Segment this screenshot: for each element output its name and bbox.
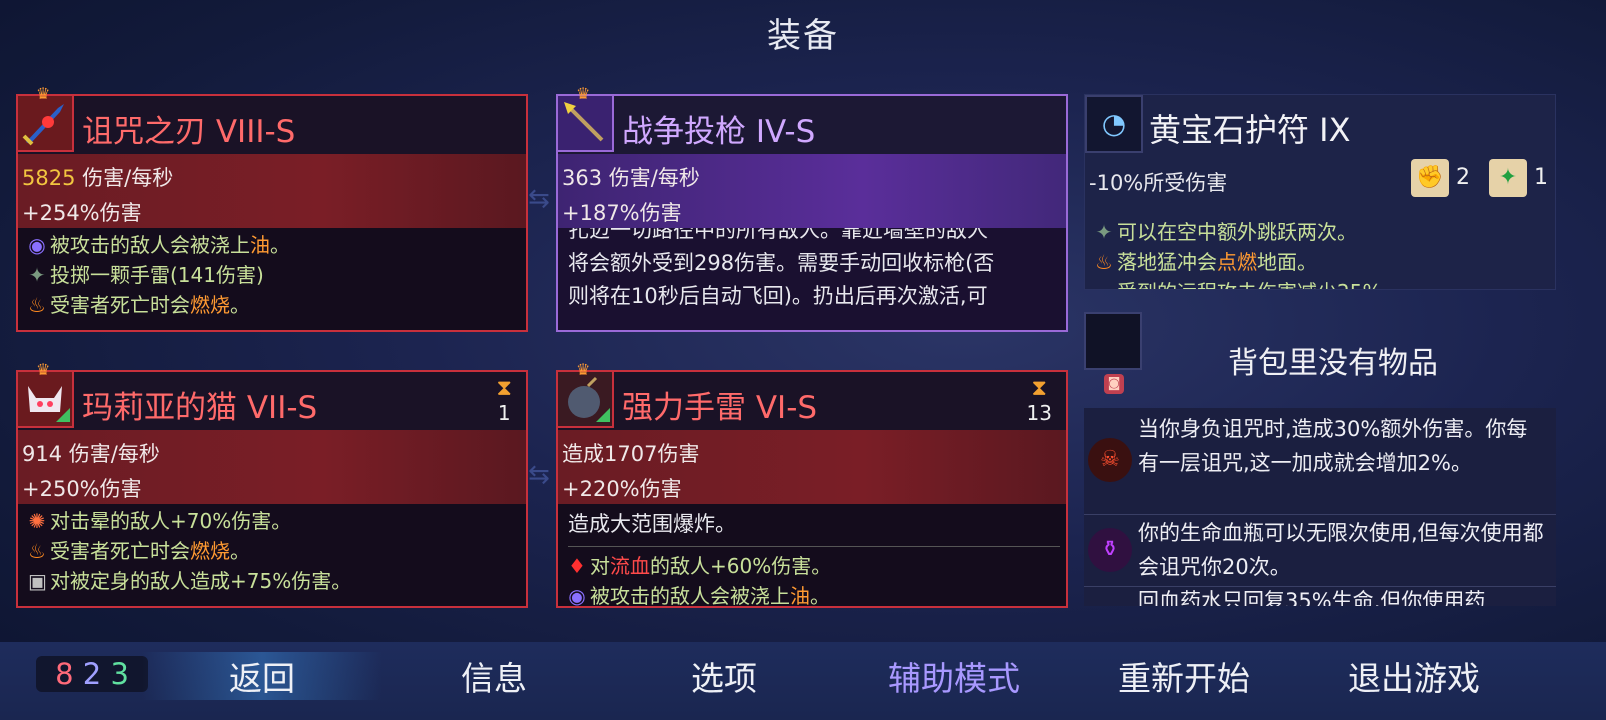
desc-line: 造成大范围爆炸。 [568, 512, 736, 536]
skull-icon: ☠ [1088, 438, 1132, 482]
stat-band: 914 伤害/每秒 +250%伤害 [18, 430, 526, 504]
effect-row: 受到的远程攻击伤害减少25% [1095, 277, 1381, 289]
backpack-icon: ◙ [1104, 374, 1124, 394]
damage-bonus: +187%伤害 [562, 201, 682, 225]
effect-row: ♨ 落地猛冲会点燃地面。 [1095, 247, 1381, 277]
backpack-empty-text: 背包里没有物品 [1228, 346, 1438, 381]
weapon-card-maria-cat[interactable]: 玛莉亚的猫 VII-S ⧗ 1 914 伤害/每秒 +250%伤害 ✺ 对击晕的敌人… [16, 370, 528, 608]
description: 扎迈一切路径中的所有敌人。靠近墙壁的敌人 将会额外受到298伤害。需要手动回收标… [568, 228, 1060, 330]
sparkle-icon: ✦ [1095, 220, 1113, 244]
effect-row: ♨ 受害者死亡时会燃烧。 [28, 536, 520, 566]
menu-info[interactable]: 信息 [374, 652, 614, 700]
divider [568, 546, 1060, 547]
menu-back[interactable]: 返回 [142, 652, 382, 700]
effect-row: ✺ 对击晕的敌人+70%伤害。 [28, 506, 520, 536]
grenade-icon [558, 372, 614, 428]
dps-label: 伤害/每秒 [68, 442, 160, 466]
cat-icon [18, 372, 74, 428]
fire-icon: ♨ [28, 539, 46, 563]
stat-band: 造成1707伤害 +220%伤害 [558, 430, 1066, 504]
lock-icon: ▣ [28, 569, 47, 593]
hourglass-icon: ⧗ [496, 376, 512, 401]
effect-row: ✦ 可以在空中额外跳跃两次。 [1095, 217, 1381, 247]
weapon-name: 战争投枪 IV-S [622, 114, 816, 150]
menu-quit-game[interactable]: 退出游戏 [1294, 652, 1534, 700]
damage-value: 造成1707伤害 [562, 442, 700, 466]
crown-icon: ♛ [576, 360, 591, 379]
amulet-name: 黄宝石护符 IX [1149, 111, 1351, 149]
desc-line: 扎迈一切路径中的所有敌人。靠近墙壁的敌人 [568, 228, 988, 242]
effect-row: ♦ 对流血的敌人+60%伤害。 [568, 551, 1060, 581]
stat-band: 363 伤害/每秒 +187%伤害 [558, 154, 1066, 228]
swap-arrow-icon[interactable]: ⇆ [528, 460, 550, 490]
stun-icon: ✺ [28, 509, 46, 533]
weapon-name: 强力手雷 VI-S [622, 390, 818, 426]
amulet-icon: ◔ [1085, 95, 1143, 153]
dps-value: 914 [22, 442, 63, 466]
effect-row: ◉ 被攻击的敌人会被浇上油。 [28, 230, 520, 260]
hourglass-icon: ⧗ [1031, 376, 1047, 401]
red-scroll: ✊ 2 [1411, 159, 1470, 197]
curse-text: 回血药水只回复35%生命,但你使用药 [1138, 589, 1486, 606]
effect-row: ▣ 对被定身的敌人造成+75%伤害。 [28, 566, 520, 596]
curse-row: ⚱ 你的生命血瓶可以无限次使用,但每次使用都会诅咒你20次。 [1084, 516, 1556, 587]
desc-line: 将会额外受到298伤害。需要手动回收标枪(否 [568, 251, 995, 275]
green-scroll-icon: ✦ [1489, 159, 1527, 197]
effects-list: 造成大范围爆炸。 ♦ 对流血的敌人+60%伤害。 ◉ 被攻击的敌人会被浇上油。 [568, 506, 1060, 606]
dps-label: 伤害/每秒 [82, 166, 174, 190]
amulet-card[interactable]: ◔ 黄宝石护符 IX -10%所受伤害 ✊ 2 ✦ 1 ✦ 可以在空中额外跳跃两次… [1084, 94, 1556, 290]
dps-value: 363 [562, 166, 603, 190]
backpack[interactable]: ◙ 背包里没有物品 [1084, 312, 1556, 394]
weapon-card-powerful-grenade[interactable]: 强力手雷 VI-S ⧗ 13 造成1707伤害 +220%伤害 造成大范围爆炸。 … [556, 370, 1068, 608]
damage-bonus: +254%伤害 [22, 201, 142, 225]
stat-band: 5825 伤害/每秒 +254%伤害 [18, 154, 526, 228]
backpack-slot[interactable] [1084, 312, 1142, 370]
swap-arrow-icon[interactable]: ⇆ [528, 184, 550, 214]
crown-icon: ♛ [576, 84, 591, 103]
curse-row: 回血药水只回复35%生命,但你使用药 [1084, 588, 1556, 606]
potion-curse-icon: ⚱ [1088, 528, 1132, 572]
weapon-name: 玛莉亚的猫 VII-S [82, 390, 318, 426]
fire-icon: ♨ [28, 293, 46, 317]
weapon-card-war-javelin[interactable]: 战争投枪 IV-S 363 伤害/每秒 +187%伤害 扎迈一切路径中的所有敌人… [556, 94, 1068, 332]
fire-icon: ♨ [1095, 250, 1113, 274]
crown-icon: ♛ [36, 360, 51, 379]
curse-row: ☠ 当你身负诅咒时,造成30%额外伤害。你每有一层诅咒,这一加成就会增加2%。 [1084, 408, 1556, 515]
effect-row: ♨ 受害者死亡时会燃烧。 [28, 290, 520, 320]
oil-icon: ◉ [28, 233, 46, 257]
menu-assist-mode[interactable]: 辅助模式 [834, 652, 1074, 700]
crown-icon: ♛ [36, 84, 51, 103]
amulet-effects: ✦可以在空中额外跳跃两次。 ♨落地猛冲会点燃地面。 受到的远程攻击伤害减少25% [1095, 217, 1381, 289]
curse-text: 当你身负诅咒时,造成30%额外伤害。你每有一层诅咒,这一加成就会增加2%。 [1138, 417, 1528, 475]
bottom-menu-bar: 8 2 3 返回 信息 选项 辅助模式 重新开始 退出游戏 [0, 642, 1606, 720]
cooldown-timer: ⧗ 13 [1026, 376, 1052, 425]
blood-icon: ♦ [568, 554, 586, 578]
cursed-blade-icon [18, 96, 74, 152]
amulet-stat: -10%所受伤害 [1089, 171, 1228, 195]
damage-bonus: +250%伤害 [22, 477, 142, 501]
curse-text: 你的生命血瓶可以无限次使用,但每次使用都会诅咒你20次。 [1138, 521, 1544, 579]
weapon-name: 诅咒之刃 VIII-S [82, 114, 296, 150]
damage-bonus: +220%伤害 [562, 477, 682, 501]
red-scroll-icon: ✊ [1411, 159, 1449, 197]
dps-value: 5825 [22, 166, 76, 190]
menu-options[interactable]: 选项 [604, 652, 844, 700]
dps-label: 伤害/每秒 [608, 166, 700, 190]
curse-panel: ☠ 当你身负诅咒时,造成30%额外伤害。你每有一层诅咒,这一加成就会增加2%。 … [1084, 408, 1556, 606]
green-scroll: ✦ 1 [1489, 159, 1548, 197]
oil-icon: ◉ [568, 584, 586, 606]
page-title: 装备 [767, 16, 839, 56]
effect-row: ✦ 投掷一颗手雷(141伤害) [28, 260, 520, 290]
cell-counter: 8 2 3 [36, 656, 148, 692]
effect-row: ◉ 被攻击的敌人会被浇上油。 [568, 581, 1060, 606]
effects-list: ◉ 被攻击的敌人会被浇上油。 ✦ 投掷一颗手雷(141伤害) ♨ 受害者死亡时会燃烧。 [28, 230, 520, 330]
effects-list: ✺ 对击晕的敌人+70%伤害。 ♨ 受害者死亡时会燃烧。 ▣ 对被定身的敌人造成+75… [28, 506, 520, 606]
weapon-card-cursed-blade[interactable]: 诅咒之刃 VIII-S 5825 伤害/每秒 +254%伤害 ◉ 被攻击的敌人会被… [16, 94, 528, 332]
sparkle-icon: ✦ [28, 263, 46, 287]
menu-restart[interactable]: 重新开始 [1064, 652, 1304, 700]
cooldown-timer: ⧗ 1 [496, 376, 512, 425]
javelin-icon [558, 96, 614, 152]
desc-line: 则将在10秒后自动飞回)。扔出后再次激活,可 [568, 284, 988, 308]
